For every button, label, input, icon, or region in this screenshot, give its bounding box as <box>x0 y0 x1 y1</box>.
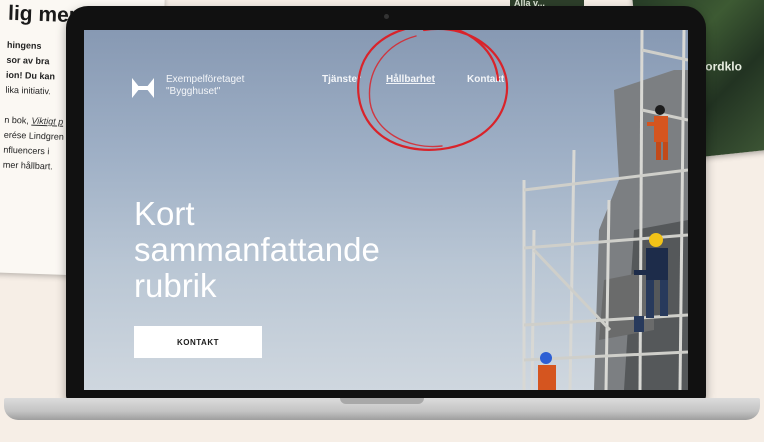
website-screen: Exempelföretaget "Bygghuset" Tjänster Hå… <box>84 30 688 390</box>
logo-icon[interactable] <box>132 78 154 98</box>
map-label: jordklo <box>701 59 742 74</box>
logo-text[interactable]: Exempelföretaget "Bygghuset" <box>166 74 286 98</box>
camera-dot <box>384 14 389 19</box>
laptop-frame: Exempelföretaget "Bygghuset" Tjänster Hå… <box>66 6 706 400</box>
contact-button[interactable]: KONTAKT <box>134 326 262 358</box>
laptop-base-notch <box>340 398 424 404</box>
annotation-circle <box>357 30 509 151</box>
paper-link[interactable]: Viktigt p <box>31 116 63 127</box>
hero-title: Kort sammanfattande rubrik <box>134 195 380 304</box>
